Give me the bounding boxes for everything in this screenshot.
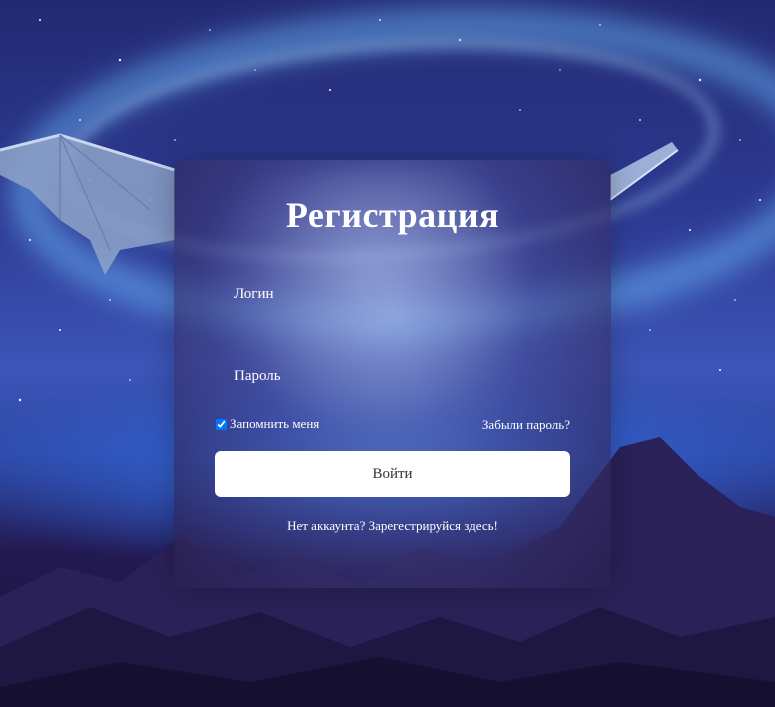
remember-me[interactable]: Запомнить меня bbox=[216, 416, 319, 432]
dragon-wing-left bbox=[0, 133, 176, 275]
login-input[interactable] bbox=[234, 276, 554, 312]
remember-me-label: Запомнить меня bbox=[230, 416, 320, 431]
remember-me-checkbox[interactable] bbox=[216, 418, 227, 430]
register-prompt: Нет аккаунта? Зарегестрируйся здесь! bbox=[174, 518, 611, 534]
password-input[interactable] bbox=[234, 358, 554, 394]
login-button[interactable]: Войти bbox=[215, 451, 570, 497]
form-title: Регистрация bbox=[285, 195, 500, 235]
background-scene: Регистрация Запомнить меня Забыли пароль… bbox=[0, 0, 775, 707]
forgot-password-link[interactable]: Забыли пароль? bbox=[482, 417, 570, 433]
registration-form: Регистрация Запомнить меня Забыли пароль… bbox=[174, 160, 611, 588]
register-link[interactable]: Нет аккаунта? Зарегестрируйся здесь! bbox=[287, 518, 498, 533]
